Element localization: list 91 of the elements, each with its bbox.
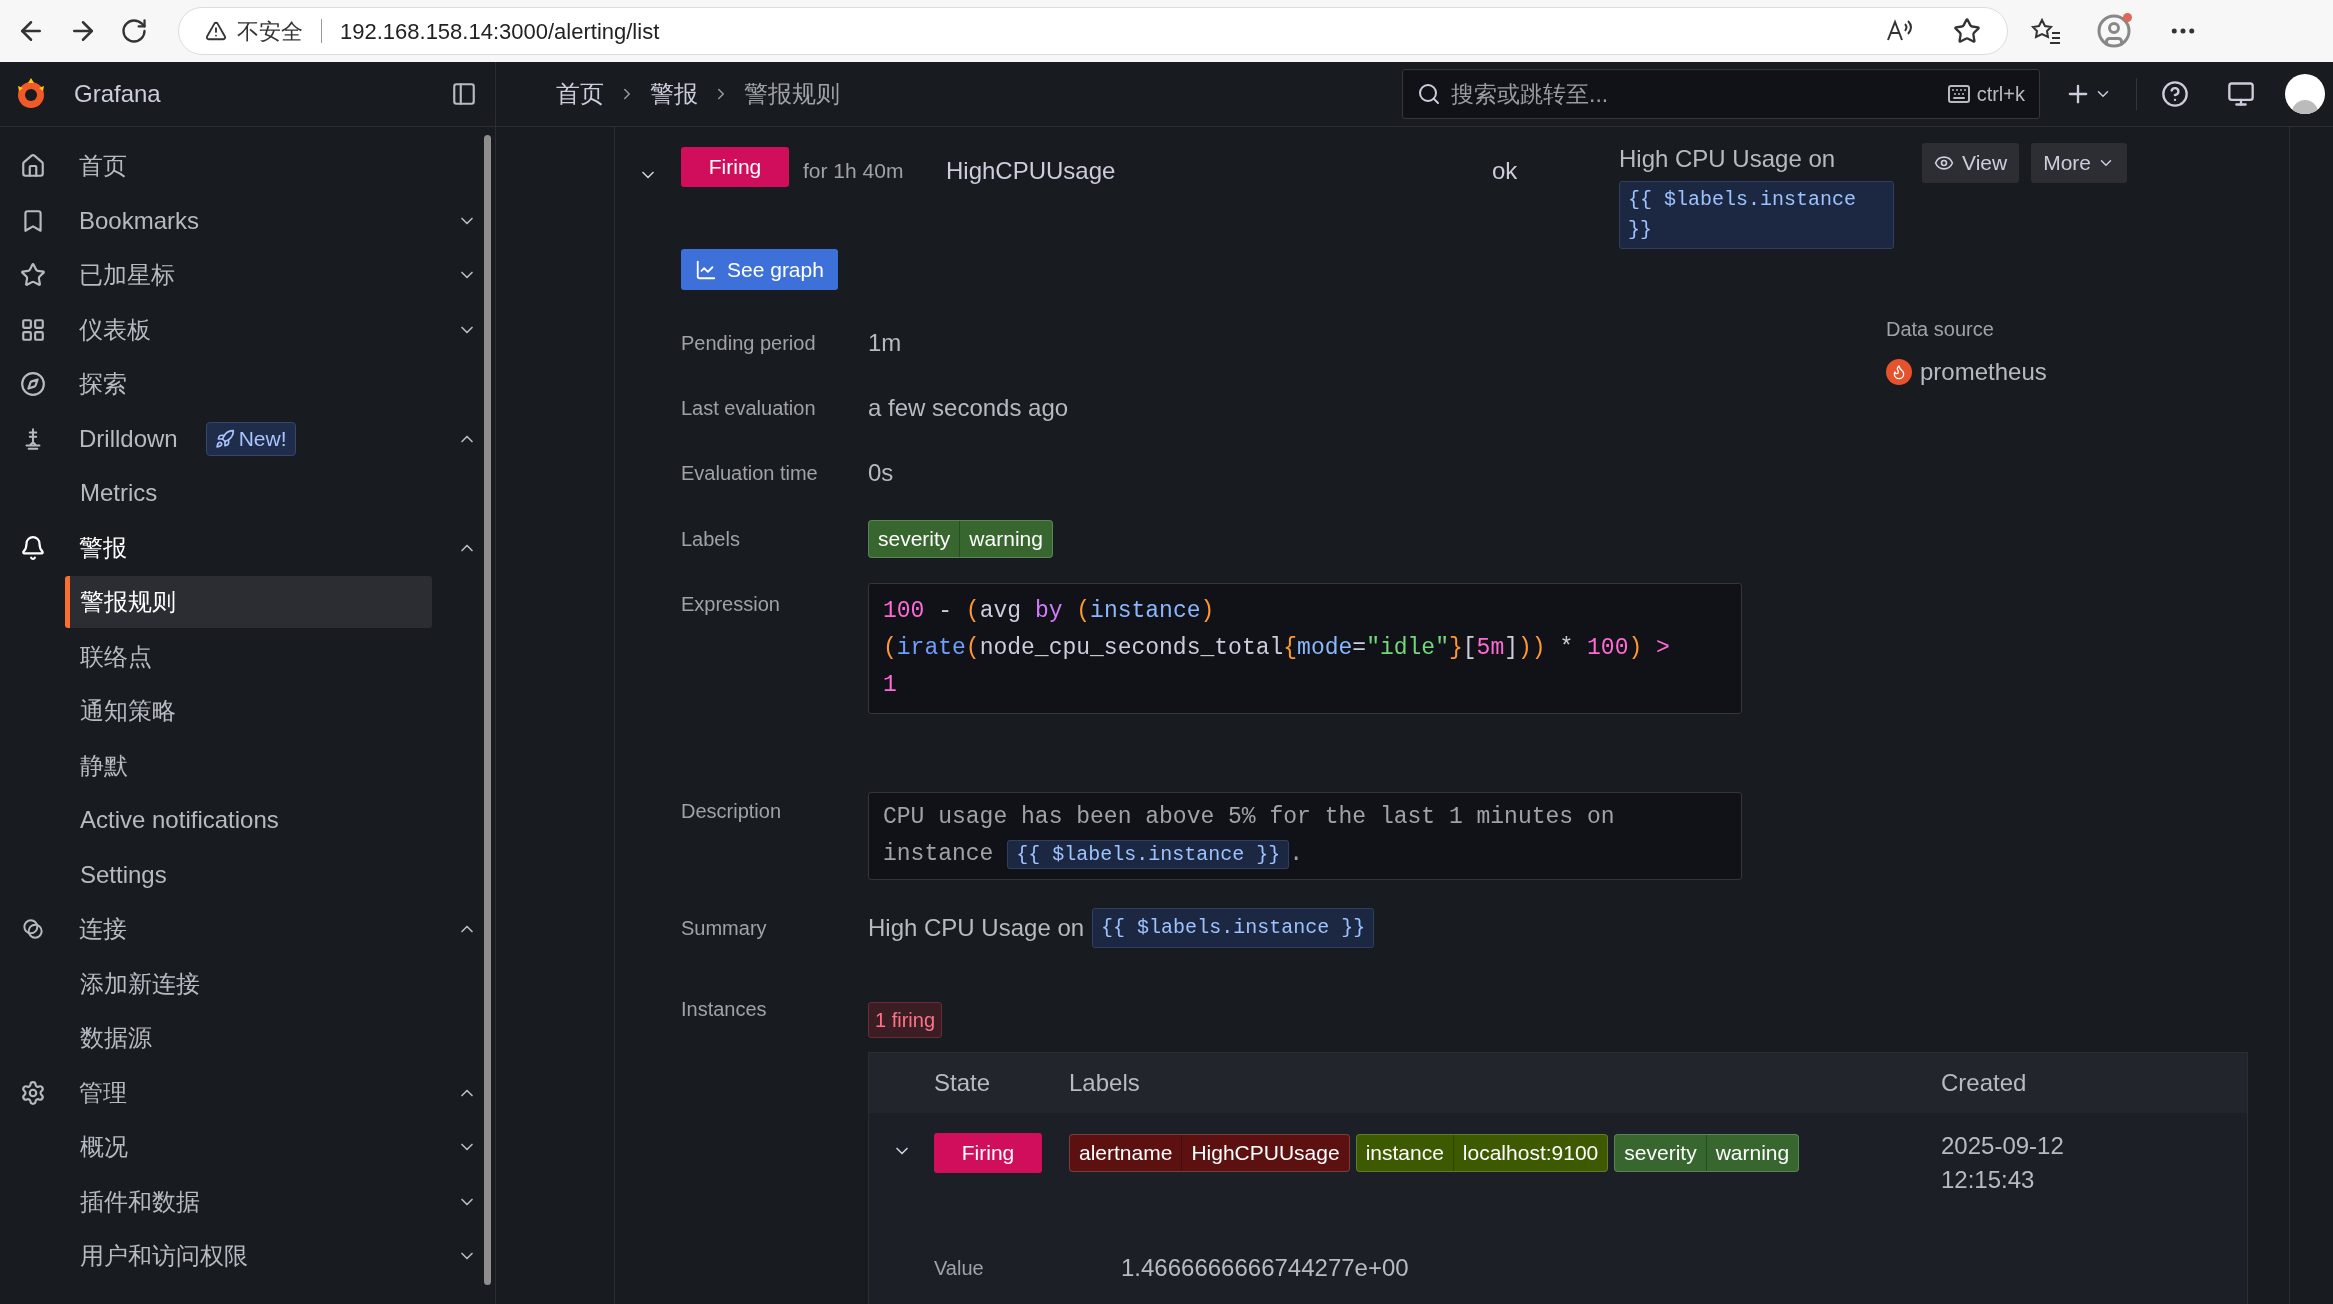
label-tag: severity warning	[868, 520, 1053, 558]
label-tag: alertname HighCPUUsage	[1069, 1134, 1350, 1172]
search-icon	[1417, 82, 1441, 106]
dock-menu-icon[interactable]	[451, 81, 477, 107]
column-header: State	[934, 1068, 992, 1098]
monitor-icon[interactable]	[2227, 80, 2255, 108]
nav-subitem-selected[interactable]: 警报规则	[65, 576, 432, 629]
nav-item[interactable]: 探索	[79, 366, 127, 403]
favorites-icon[interactable]	[2030, 17, 2062, 45]
description-text: CPU usage has been above 5% for the last 1 minutes on instance {{ $labels.instance }} .	[868, 792, 1742, 880]
state-badge: Firing	[934, 1133, 1042, 1173]
field-label: Labels	[681, 527, 741, 552]
field-value: 0s	[868, 457, 894, 488]
nav-item[interactable]: 仪表板	[79, 311, 151, 348]
profile-icon[interactable]	[2096, 13, 2132, 49]
scrollbar[interactable]	[484, 135, 491, 1285]
nav-subitem[interactable]: 插件和数据	[65, 1175, 432, 1228]
template-code: {{ $labels.instance }}	[1619, 181, 1894, 249]
reload-icon[interactable]	[120, 17, 148, 45]
created-time: 2025-09-12 12:15:43	[1941, 1131, 2065, 1195]
nav-subitem[interactable]: Settings	[65, 848, 432, 901]
state-badge: Firing	[681, 147, 789, 187]
nav-subitem[interactable]: 联络点	[65, 630, 432, 683]
grid-icon	[20, 316, 46, 343]
label-tag: instance localhost:9100	[1355, 1134, 1609, 1172]
warning-icon	[205, 20, 227, 42]
address-bar[interactable]: 不安全 192.168.158.14:3000/alerting/list	[178, 7, 2008, 55]
value-label: Value	[934, 1256, 985, 1281]
field-label: Data source	[1886, 317, 1995, 342]
url-text: 192.168.158.14:3000/alerting/list	[340, 17, 660, 46]
field-label: Pending period	[681, 330, 817, 356]
rule-name: HighCPUUsage	[946, 156, 1117, 186]
see-graph-button[interactable]: See graph	[681, 249, 838, 290]
duration-text: for 1h 40m	[803, 158, 905, 184]
nav-subitem[interactable]: 静默	[65, 739, 432, 792]
nav-subitem[interactable]: Metrics	[65, 467, 432, 520]
breadcrumb-link[interactable]: 警报规则	[744, 76, 840, 112]
expression-code: 100 - (avg by (instance) (irate(node_cpu_seconds_total{mode="idle"}[5m])) * 100) > 1	[868, 583, 1742, 714]
settings-icon	[20, 1079, 46, 1106]
nav-subitem[interactable]: 概况	[65, 1121, 432, 1174]
avatar[interactable]	[2285, 74, 2325, 114]
breadcrumb-link[interactable]: 警报	[650, 76, 698, 112]
shortcut-hint: ctrl+k	[1976, 82, 2025, 107]
view-button[interactable]: View	[1922, 143, 2020, 183]
security-label: 不安全	[237, 17, 303, 46]
nav-item[interactable]: 警报	[79, 529, 127, 566]
compass-icon	[20, 371, 46, 398]
nav-subitem[interactable]: 用户和访问权限	[65, 1230, 432, 1283]
new-badge: New!	[205, 421, 296, 456]
column-header: Created	[1941, 1068, 2027, 1098]
eye-icon	[1934, 153, 1954, 173]
nav-item[interactable]: 首页	[79, 148, 127, 185]
star-icon	[20, 262, 46, 289]
breadcrumb-link[interactable]: 首页	[556, 76, 604, 112]
column-header: Labels	[1069, 1068, 1141, 1098]
template-code: {{ $labels.instance }}	[1092, 908, 1375, 948]
keyboard-icon	[1946, 82, 1971, 106]
nav-item[interactable]: Bookmarks	[79, 202, 200, 239]
nav-item[interactable]: 已加星标	[79, 257, 175, 294]
home-icon	[20, 153, 46, 180]
field-label: Evaluation time	[681, 460, 819, 486]
nav-item[interactable]: 连接	[79, 911, 127, 948]
nav-item[interactable]: 管理	[79, 1074, 127, 1111]
bell-icon	[20, 534, 46, 561]
star-icon[interactable]	[1953, 17, 1981, 45]
value-text: 1.4666666666744277e+00	[1121, 1253, 1409, 1283]
more-button[interactable]: More	[2031, 143, 2127, 183]
app-name: Grafana	[74, 79, 161, 109]
firing-count-badge: 1 firing	[868, 1002, 943, 1038]
nav-subitem[interactable]: 数据源	[65, 1012, 432, 1065]
rocket-icon	[214, 428, 235, 449]
label-tag: severity warning	[1614, 1134, 1800, 1172]
nav-item[interactable]: Drilldown	[79, 420, 178, 457]
health-text: ok	[1492, 156, 1519, 186]
field-label: Summary	[681, 916, 768, 941]
help-icon[interactable]	[2161, 80, 2189, 108]
summary-title: High CPU Usage on	[1619, 144, 1836, 174]
field-label: Description	[681, 799, 783, 824]
line-chart-icon	[695, 258, 717, 281]
field-label: Instances	[681, 997, 768, 1022]
field-value: 1m	[868, 327, 902, 358]
data-source-name: prometheus	[1920, 357, 2047, 387]
search-field[interactable]: 搜索或跳转至... ctrl+k	[1402, 69, 2040, 119]
nav-subitem[interactable]: 添加新连接	[65, 957, 432, 1010]
summary-text: High CPU Usage on	[868, 913, 1085, 943]
nav-subitem[interactable]: 通知策略	[65, 685, 432, 738]
field-label: Last evaluation	[681, 395, 817, 421]
nav-subitem[interactable]: Active notifications	[65, 794, 432, 847]
field-label: Expression	[681, 592, 781, 617]
search-input[interactable]: 搜索或跳转至...	[1451, 76, 1947, 112]
field-value: a few seconds ago	[868, 392, 1069, 423]
